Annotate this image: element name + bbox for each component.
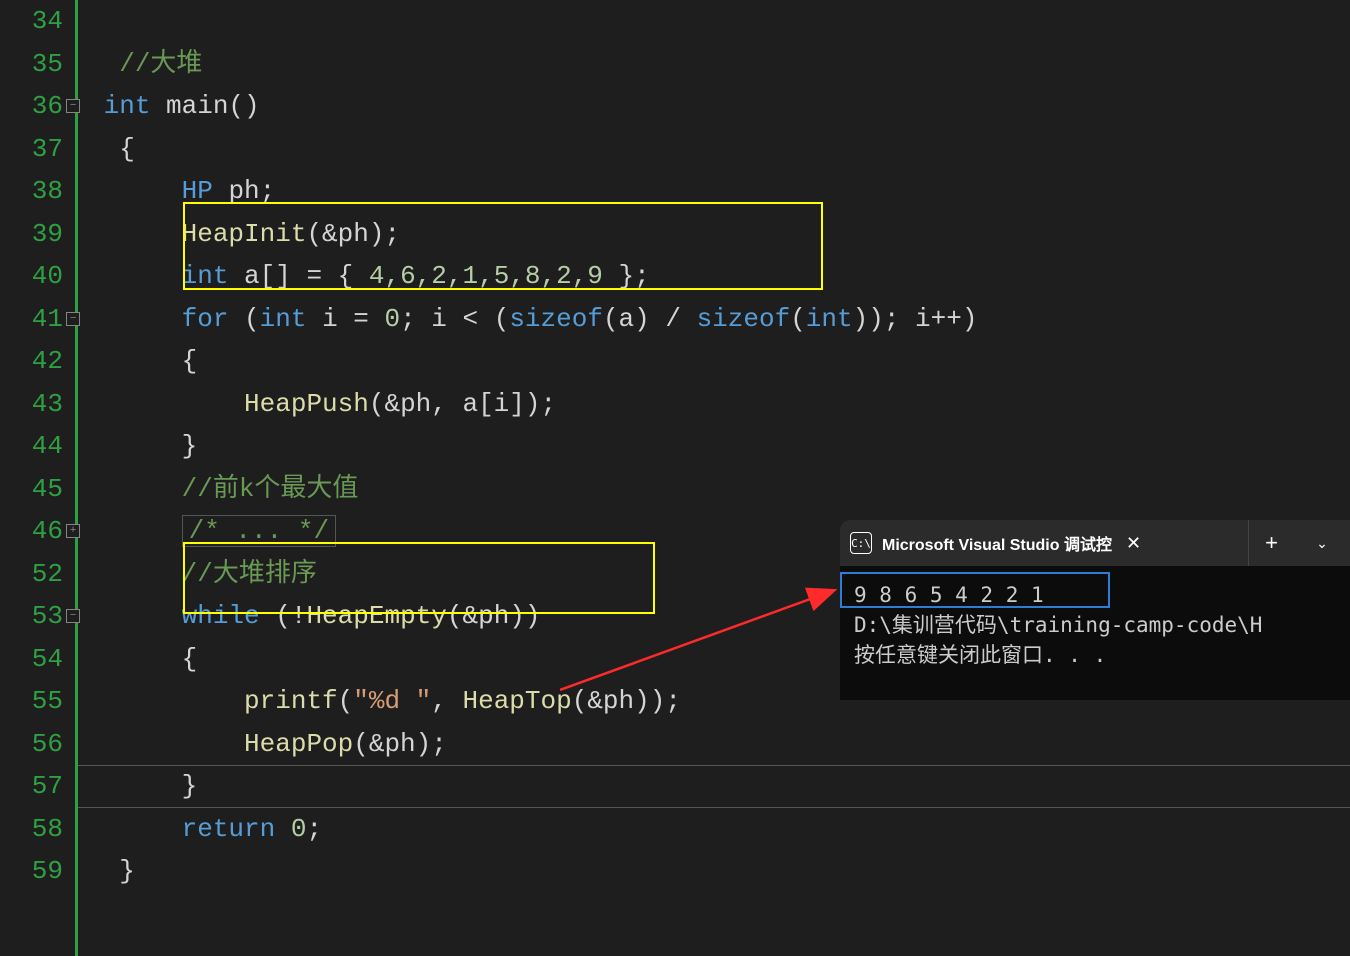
- line-number: 59: [0, 850, 63, 893]
- fold-plus-icon[interactable]: +: [66, 524, 80, 538]
- line-number: 42: [0, 340, 63, 383]
- line-number: 39: [0, 213, 63, 256]
- line-number: 45: [0, 468, 63, 511]
- code-line: HeapInit(&ph);: [88, 213, 1350, 256]
- code-area[interactable]: //大堆 − int main() { HP ph; HeapInit(&ph)…: [78, 0, 1350, 956]
- line-number: 38: [0, 170, 63, 213]
- console-output[interactable]: 9 8 6 5 4 2 2 1 D:\集训营代码\training-camp-c…: [840, 566, 1350, 700]
- line-number: 44: [0, 425, 63, 468]
- tab-dropdown-button[interactable]: ⌄: [1304, 520, 1340, 566]
- line-number: 46: [0, 510, 63, 553]
- close-tab-button[interactable]: ✕: [1126, 533, 1141, 554]
- fold-minus-icon[interactable]: −: [66, 312, 80, 326]
- code-line: {: [88, 340, 1350, 383]
- code-line: return 0;: [88, 808, 1350, 851]
- code-line: HeapPush(&ph, a[i]);: [88, 383, 1350, 426]
- code-line: − int main(): [88, 85, 1350, 128]
- code-line: //大堆: [88, 43, 1350, 86]
- fold-minus-icon[interactable]: −: [66, 609, 80, 623]
- code-line: }: [88, 425, 1350, 468]
- line-number: 35: [0, 43, 63, 86]
- code-line: //前k个最大值: [88, 468, 1350, 511]
- console-title: Microsoft Visual Studio 调试控: [882, 531, 1112, 555]
- line-number: 37: [0, 128, 63, 171]
- line-number: 40: [0, 255, 63, 298]
- debug-console-window: C:\ Microsoft Visual Studio 调试控 ✕ + ⌄ 9 …: [840, 520, 1350, 700]
- terminal-icon: C:\: [850, 532, 872, 554]
- code-editor: 34 35 36 37 38 39 40 41 42 43 44 45 46 5…: [0, 0, 1350, 956]
- code-line: [88, 0, 1350, 43]
- console-titlebar[interactable]: C:\ Microsoft Visual Studio 调试控 ✕ + ⌄: [840, 520, 1350, 566]
- line-number: 52: [0, 553, 63, 596]
- code-line: }: [88, 765, 1350, 808]
- line-number: 41: [0, 298, 63, 341]
- line-number: 56: [0, 723, 63, 766]
- line-number: 57: [0, 765, 63, 808]
- line-number: 36: [0, 85, 63, 128]
- code-line: − for (int i = 0; i < (sizeof(a) / sizeo…: [88, 298, 1350, 341]
- line-number: 43: [0, 383, 63, 426]
- line-number: 58: [0, 808, 63, 851]
- code-line: {: [88, 128, 1350, 171]
- line-number: 54: [0, 638, 63, 681]
- line-number: 53: [0, 595, 63, 638]
- code-line: HP ph;: [88, 170, 1350, 213]
- line-number-gutter: 34 35 36 37 38 39 40 41 42 43 44 45 46 5…: [0, 0, 78, 956]
- code-line: HeapPop(&ph);: [88, 723, 1350, 766]
- code-line: int a[] = { 4,6,2,1,5,8,2,9 };: [88, 255, 1350, 298]
- line-number: 34: [0, 0, 63, 43]
- line-number: 55: [0, 680, 63, 723]
- new-tab-button[interactable]: +: [1248, 520, 1294, 566]
- fold-minus-icon[interactable]: −: [66, 99, 80, 113]
- code-line: }: [88, 850, 1350, 893]
